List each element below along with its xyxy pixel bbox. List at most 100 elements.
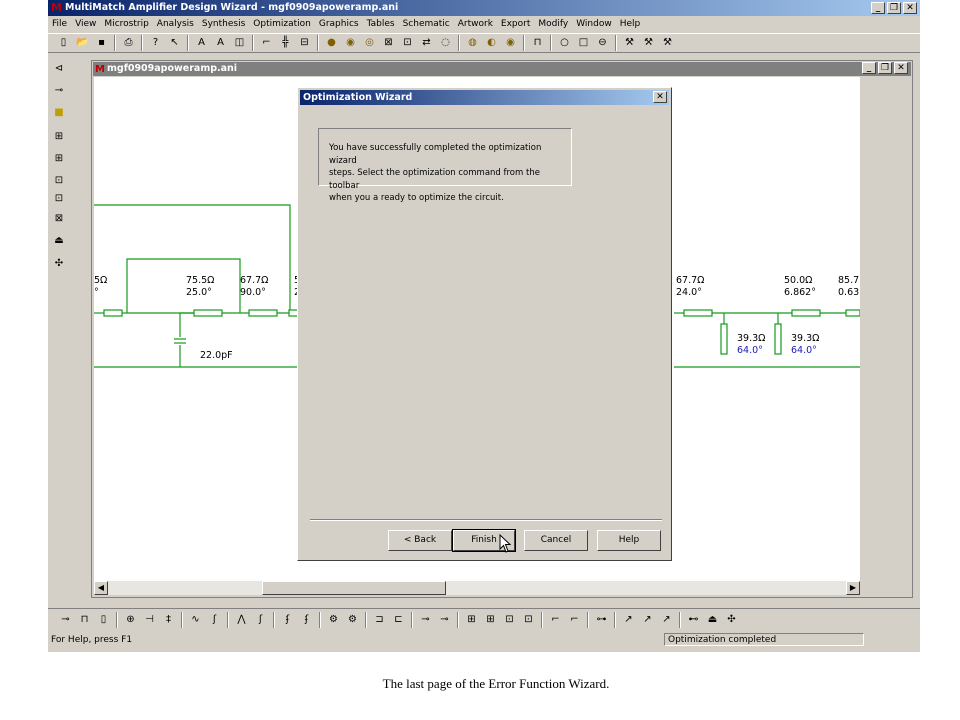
menu-schematic[interactable]: Schematic [399, 17, 454, 32]
component-1-icon[interactable]: ⚒ [623, 36, 637, 50]
left-tool-3-icon[interactable]: ■ [51, 105, 67, 121]
menu-analysis[interactable]: Analysis [153, 17, 198, 32]
bottom-tool-10-icon[interactable]: ʃ [254, 613, 268, 627]
doc-restore-button[interactable]: ❐ [878, 62, 892, 74]
context-help-icon[interactable]: ↖ [168, 36, 182, 50]
bottom-tool-4-icon[interactable]: ⊕ [124, 613, 138, 627]
left-tool-1-icon[interactable]: ⊲ [51, 61, 67, 77]
bottom-tool-27-icon[interactable]: ↗ [641, 613, 655, 627]
grid-tool-icon[interactable]: ⊠ [382, 36, 396, 50]
pulse-icon[interactable]: ⊓ [531, 36, 545, 50]
bottom-tool-19-icon[interactable]: ⊞ [465, 613, 479, 627]
close-button[interactable]: ✕ [903, 2, 917, 14]
save-icon[interactable]: ▪ [95, 36, 109, 50]
stub-icon[interactable]: ⌐ [260, 36, 274, 50]
bottom-tool-2-icon[interactable]: ⊓ [78, 613, 92, 627]
left-tool-6-icon[interactable]: ⊡ [51, 173, 67, 189]
bottom-tool-3-icon[interactable]: ▯ [97, 613, 111, 627]
ring-icon[interactable]: ○ [558, 36, 572, 50]
bottom-tool-18-icon[interactable]: ⊸ [438, 613, 452, 627]
menu-export[interactable]: Export [497, 17, 534, 32]
menu-file[interactable]: File [48, 17, 71, 32]
box-icon[interactable]: ⊟ [298, 36, 312, 50]
left-tool-10-icon[interactable]: ✣ [51, 256, 67, 272]
bottom-tool-26-icon[interactable]: ↗ [622, 613, 636, 627]
bottom-tool-29-icon[interactable]: ⊷ [687, 613, 701, 627]
scroll-thumb[interactable] [262, 581, 446, 595]
bottom-tool-17-icon[interactable]: ⊸ [419, 613, 433, 627]
dialog-close-button[interactable]: ✕ [653, 91, 667, 103]
swap-icon[interactable]: ⇄ [420, 36, 434, 50]
bottom-tool-7-icon[interactable]: ∿ [189, 613, 203, 627]
smith-y-icon[interactable]: ◍ [466, 36, 480, 50]
menu-optimization[interactable]: Optimization [249, 17, 315, 32]
bottom-tool-5-icon[interactable]: ⊣ [143, 613, 157, 627]
bottom-tool-15-icon[interactable]: ⊐ [373, 613, 387, 627]
minus-circle-icon[interactable]: ⊖ [596, 36, 610, 50]
menu-artwork[interactable]: Artwork [454, 17, 497, 32]
bottom-tool-28-icon[interactable]: ↗ [660, 613, 674, 627]
menu-view[interactable]: View [71, 17, 100, 32]
scroll-left-button[interactable]: ◀ [94, 581, 108, 595]
stub-2 [774, 323, 782, 355]
wire-tool-icon[interactable]: ⊡ [401, 36, 415, 50]
text-tool-icon[interactable]: A [195, 36, 209, 50]
left-tool-8-icon[interactable]: ⊠ [51, 211, 67, 227]
scroll-right-button[interactable]: ▶ [846, 581, 860, 595]
left-tool-7-icon[interactable]: ⊡ [51, 191, 67, 207]
horizontal-scrollbar[interactable]: ◀ ▶ [94, 581, 860, 595]
doc-minimize-button[interactable]: _ [862, 62, 876, 74]
bottom-tool-14-icon[interactable]: ⚙ [346, 613, 360, 627]
open-folder-icon[interactable]: 📂 [76, 36, 90, 50]
bottom-tool-21-icon[interactable]: ⊡ [503, 613, 517, 627]
bottom-tool-23-icon[interactable]: ⌐ [549, 613, 563, 627]
bottom-tool-9-icon[interactable]: ⋀ [235, 613, 249, 627]
bottom-tool-20-icon[interactable]: ⊞ [484, 613, 498, 627]
bottom-tool-25-icon[interactable]: ⊶ [595, 613, 609, 627]
circle-tool-1-icon[interactable]: ● [325, 36, 339, 50]
left-tool-2-icon[interactable]: ⊸ [51, 83, 67, 99]
menu-microstrip[interactable]: Microstrip [100, 17, 152, 32]
bottom-tool-11-icon[interactable]: ʄ [281, 613, 295, 627]
restore-button[interactable]: ❐ [887, 2, 901, 14]
bottom-tool-24-icon[interactable]: ⌐ [568, 613, 582, 627]
menu-graphics[interactable]: Graphics [315, 17, 363, 32]
help-icon[interactable]: ? [149, 36, 163, 50]
help-button[interactable]: Help [597, 530, 661, 551]
cancel-button[interactable]: Cancel [524, 530, 588, 551]
left-tool-4-icon[interactable]: ⊞ [51, 129, 67, 145]
bottom-tool-6-icon[interactable]: ‡ [162, 613, 176, 627]
menu-help[interactable]: Help [616, 17, 645, 32]
menu-synthesis[interactable]: Synthesis [198, 17, 249, 32]
bottom-tool-31-icon[interactable]: ✣ [725, 613, 739, 627]
component-3-icon[interactable]: ⚒ [661, 36, 675, 50]
component-2-icon[interactable]: ⚒ [642, 36, 656, 50]
smith-arrow-icon[interactable]: ◐ [485, 36, 499, 50]
minimize-button[interactable]: _ [871, 2, 885, 14]
circle-tool-3-icon[interactable]: ◎ [363, 36, 377, 50]
circle-tool-2-icon[interactable]: ◉ [344, 36, 358, 50]
square-icon[interactable]: □ [577, 36, 591, 50]
port-icon[interactable]: ◫ [233, 36, 247, 50]
left-tool-9-icon[interactable]: ⏏ [51, 233, 67, 249]
menu-window[interactable]: Window [572, 17, 616, 32]
bottom-tool-8-icon[interactable]: ʃ [208, 613, 222, 627]
menu-tables[interactable]: Tables [363, 17, 399, 32]
bottom-tool-1-icon[interactable]: ⊸ [59, 613, 73, 627]
element-icon[interactable]: ╬ [279, 36, 293, 50]
bottom-tool-30-icon[interactable]: ⏏ [706, 613, 720, 627]
left-tool-5-icon[interactable]: ⊞ [51, 151, 67, 167]
bottom-tool-13-icon[interactable]: ⚙ [327, 613, 341, 627]
smith-dot-icon[interactable]: ◉ [504, 36, 518, 50]
tune-icon[interactable]: ◌ [439, 36, 453, 50]
back-button[interactable]: < Back [388, 530, 452, 551]
menu-modify[interactable]: Modify [534, 17, 572, 32]
bottom-tool-16-icon[interactable]: ⊏ [392, 613, 406, 627]
stub-label-2: 39.3Ω 64.0° [791, 333, 820, 356]
text-tool-2-icon[interactable]: A [214, 36, 228, 50]
new-file-icon[interactable]: ▯ [57, 36, 71, 50]
doc-close-button[interactable]: ✕ [894, 62, 908, 74]
bottom-tool-12-icon[interactable]: ʄ [300, 613, 314, 627]
print-icon[interactable]: ⎙ [122, 36, 136, 50]
bottom-tool-22-icon[interactable]: ⊡ [522, 613, 536, 627]
